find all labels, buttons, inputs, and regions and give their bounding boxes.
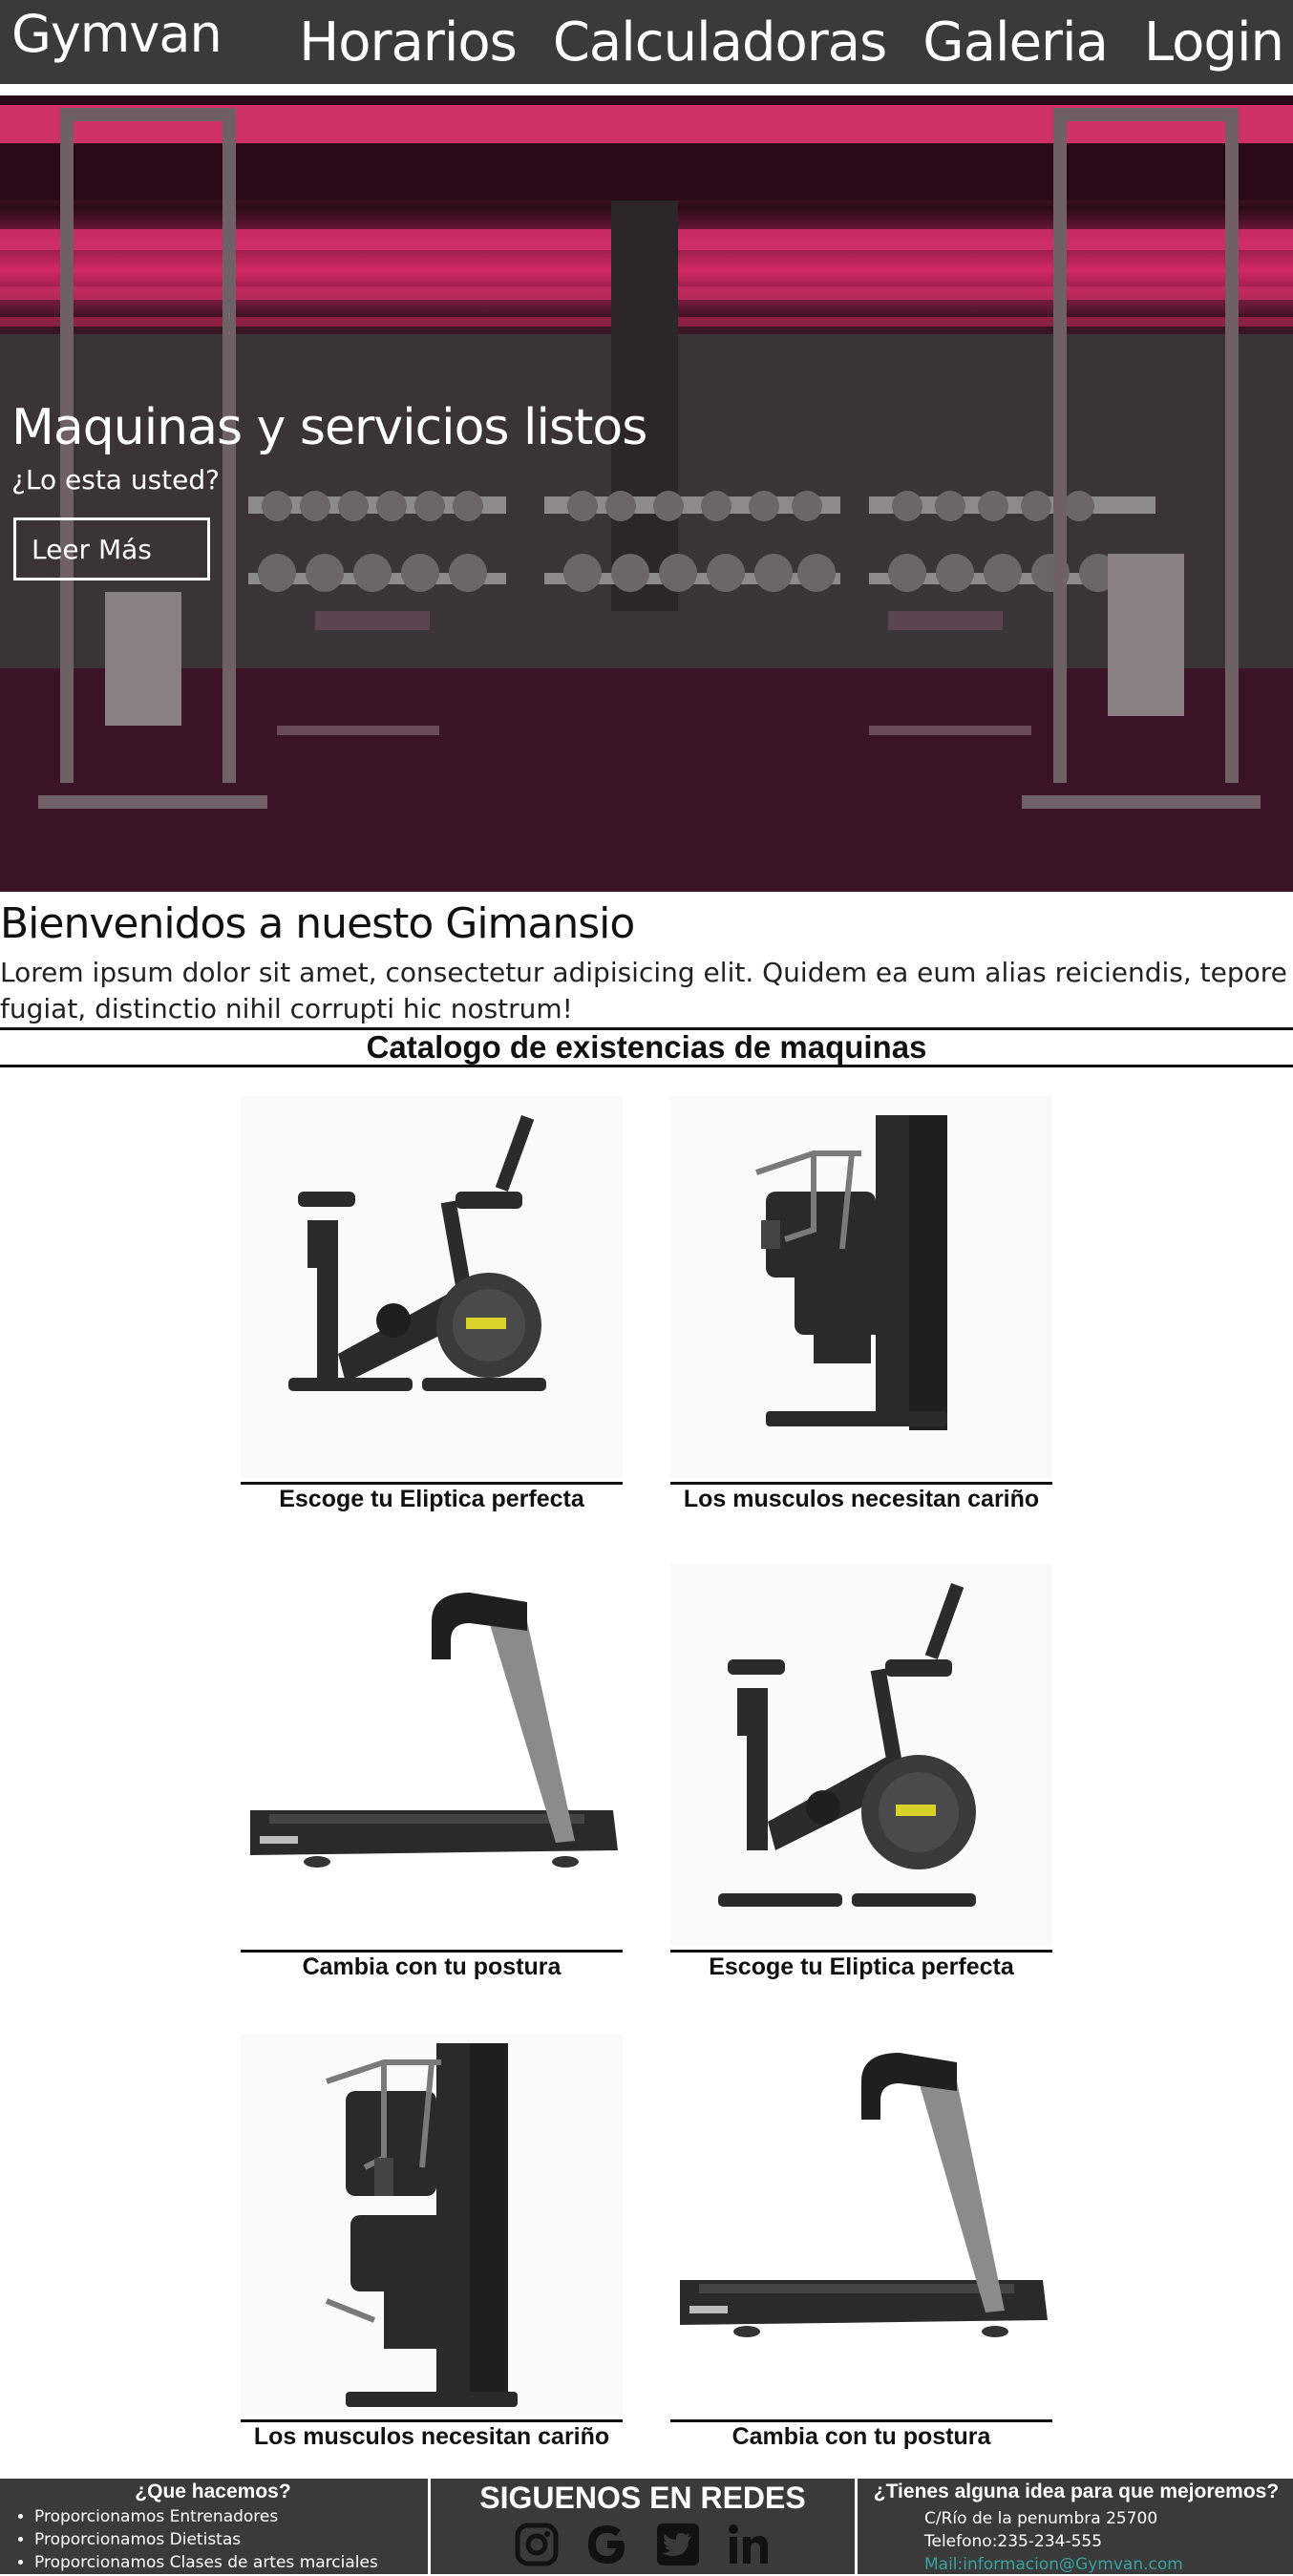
- service-item: Proporcionamos Clases de artes marciales: [34, 2551, 426, 2574]
- caption-divider: [670, 1482, 1052, 1485]
- twitter-icon[interactable]: [655, 2522, 701, 2567]
- nav-login[interactable]: Login: [1144, 8, 1284, 78]
- contact-info: C/Río de la penumbra 25700 Telefono:235-…: [924, 2507, 1183, 2576]
- welcome-title: Bienvenidos a nuesto Gimansio: [0, 899, 635, 948]
- nav-horarios[interactable]: Horarios: [299, 8, 518, 78]
- social-icons: [431, 2522, 855, 2567]
- social-title: SIGUENOS EN REDES: [479, 2481, 806, 2515]
- main-nav: Horarios Calculadoras Galeria Login: [299, 8, 1284, 78]
- hero-title: Maquinas y servicios listos: [11, 399, 647, 456]
- card-caption: Los musculos necesitan cariño: [683, 1486, 1040, 1512]
- linkedin-icon[interactable]: [726, 2522, 772, 2567]
- chest-press-machine-image: [241, 2034, 623, 2416]
- read-more-button[interactable]: Leer Más: [13, 517, 210, 581]
- welcome-text: Lorem ipsum dolor sit amet, consectetur …: [0, 957, 1287, 1024]
- card-caption: Escoge tu Eliptica perfecta: [279, 1486, 584, 1512]
- contact-address: C/Río de la penumbra 25700: [924, 2509, 1158, 2528]
- nav-calculadoras[interactable]: Calculadoras: [553, 8, 887, 78]
- services-title: ¿Que hacemos?: [135, 2481, 291, 2502]
- card-caption: Escoge tu Eliptica perfecta: [709, 1953, 1014, 1980]
- footer-contact: ¿Tienes alguna idea para que mejoremos? …: [859, 2479, 1293, 2574]
- caption-divider: [241, 1950, 623, 1953]
- hero-banner: Maquinas y servicios listos ¿Lo esta ust…: [0, 95, 1293, 892]
- treadmill-image: [670, 2034, 1052, 2416]
- contact-title: ¿Tienes alguna idea para que mejoremos?: [873, 2481, 1280, 2502]
- footer: ¿Que hacemos? Proporcionamos Entrenadore…: [0, 2479, 1293, 2574]
- catalog-header: Catalogo de existencias de maquinas: [0, 1027, 1293, 1067]
- contact-phone: Telefono:235-234-555: [924, 2532, 1103, 2551]
- card-caption: Los musculos necesitan cariño: [253, 2423, 610, 2450]
- card-caption: Cambia con tu postura: [302, 1953, 562, 1980]
- chest-press-machine-image: [670, 1096, 1052, 1478]
- nav-galeria[interactable]: Galeria: [922, 8, 1109, 78]
- contact-mail-link[interactable]: Mail:informacion@Gymvan.com: [924, 2553, 1183, 2576]
- caption-divider: [670, 1950, 1052, 1953]
- spin-bike-image: [670, 1564, 1052, 1946]
- treadmill-image: [241, 1564, 623, 1946]
- google-icon[interactable]: [584, 2522, 630, 2567]
- card-caption: Cambia con tu postura: [731, 2423, 991, 2450]
- spin-bike-image: [241, 1096, 623, 1478]
- caption-divider: [241, 2419, 623, 2422]
- top-navbar: Gymvan Horarios Calculadoras Galeria Log…: [0, 0, 1293, 84]
- services-list: Proporcionamos Entrenadores Proporcionam…: [0, 2505, 426, 2574]
- caption-divider: [241, 1482, 623, 1485]
- footer-services: ¿Que hacemos? Proporcionamos Entrenadore…: [0, 2479, 426, 2574]
- footer-social: SIGUENOS EN REDES: [428, 2479, 858, 2574]
- instagram-icon[interactable]: [514, 2522, 560, 2567]
- service-item: Proporcionamos Dietistas: [34, 2528, 426, 2551]
- caption-divider: [670, 2419, 1052, 2422]
- service-item: Proporcionamos Entrenadores: [34, 2505, 426, 2528]
- hero-subtitle: ¿Lo esta usted?: [11, 464, 221, 496]
- brand-logo[interactable]: Gymvan: [11, 4, 223, 64]
- catalog-title: Catalogo de existencias de maquinas: [366, 1029, 927, 1065]
